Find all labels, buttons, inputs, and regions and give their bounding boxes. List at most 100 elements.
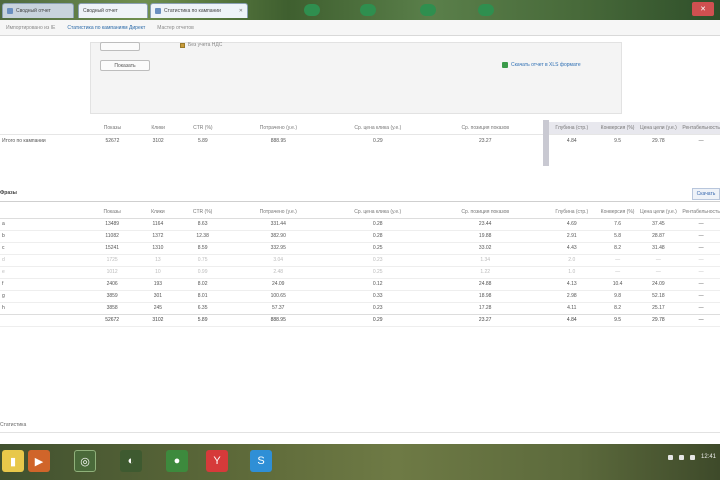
table-cell: 52672 — [105, 138, 120, 145]
section-action-button[interactable]: Скачать — [692, 188, 720, 200]
table-cell: 0.23 — [372, 257, 383, 263]
table-cell: — — [698, 221, 704, 227]
browser-tab-1[interactable]: Сводный отчет — [78, 3, 148, 18]
column-header[interactable]: Конверсия (%) — [601, 206, 635, 218]
explorer-icon[interactable]: ▮ — [2, 450, 24, 472]
table-cell: 4.84 — [542, 313, 601, 326]
table-row[interactable]: a 13489 1164 8.63 331.44 0.28 23.44 4.69 7.6 37.4… — [0, 218, 720, 230]
row-label: c — [2, 245, 5, 251]
column-header[interactable]: CTR (%) — [177, 122, 229, 134]
chrome-icon[interactable]: ◎ — [74, 450, 96, 472]
table-cell: 4.11 — [567, 305, 577, 311]
network-icon[interactable] — [667, 454, 673, 460]
table-cell: 2.98 — [566, 293, 577, 299]
clock[interactable]: 12:41 — [701, 454, 716, 460]
column-header[interactable]: Глубина (стр.) — [542, 122, 601, 134]
table-row[interactable]: e 1012 10 0.99 2.48 0.25 1.22 1.0 — — — — [0, 266, 720, 278]
table-cell: 0.28 — [372, 221, 383, 227]
firefox-icon[interactable]: ◐ — [120, 450, 142, 472]
table-cell: 3.04 — [273, 257, 284, 263]
browser-tab-0[interactable]: Сводный отчет — [2, 3, 74, 18]
column-header[interactable]: CTR (%) — [177, 206, 229, 218]
close-tab-icon[interactable]: ✕ — [239, 8, 243, 14]
table-cell: 17.28 — [478, 305, 492, 311]
yandex-icon[interactable]: ● — [166, 450, 188, 472]
phrases-header-row: Показы Клики CTR (%) Потрачено (у.е.) Ср… — [0, 206, 720, 218]
column-header[interactable]: Рентабельность — [682, 122, 720, 134]
browser-tab-2[interactable]: Статистика по кампании ✕ — [150, 3, 248, 18]
column-header[interactable]: Ср. цена клика (у.е.) — [328, 206, 428, 218]
table-cell: 2406 — [106, 281, 118, 287]
table-cell: 888.95 — [228, 313, 328, 326]
table-cell: 29.78 — [652, 138, 665, 145]
show-button[interactable]: Показать — [100, 60, 150, 71]
table-cell: 331.44 — [270, 221, 286, 227]
table-row[interactable]: b 11082 1372 12.38 382.90 0.28 19.88 2.91 5.8 28.… — [0, 230, 720, 242]
table-cell: — — [698, 245, 704, 251]
table-cell: — — [655, 257, 661, 263]
table-cell: 4.84 — [566, 138, 577, 145]
total-row[interactable]: 52672 3102 5.89 888.95 0.29 23.27 4.84 9.5 29.78… — [0, 313, 720, 326]
skype-icon[interactable]: S — [250, 450, 272, 472]
summary-header-row: Показы Клики CTR (%) Потрачено (у.е.) Ср… — [0, 122, 720, 134]
os-taskbar: ▮ ▶ ◎ ◐ ● Y S 12:41 — [0, 444, 720, 480]
bookmark-item[interactable]: Мастер отчетов — [155, 24, 196, 32]
background-decoration-icon — [478, 4, 494, 16]
table-row[interactable]: f 2406 193 8.02 24.09 0.12 24.88 4.13 10.4 24.09 — — [0, 278, 720, 290]
column-header[interactable]: Клики — [139, 206, 177, 218]
table-cell: 5.89 — [197, 138, 208, 145]
table-cell: 6.35 — [197, 305, 208, 311]
battery-icon[interactable] — [689, 454, 695, 460]
system-tray: 12:41 — [667, 454, 716, 460]
period-select[interactable] — [100, 42, 140, 51]
media-player-icon[interactable]: ▶ — [28, 450, 50, 472]
column-header[interactable]: Ср. позиция показов — [428, 122, 543, 134]
table-cell: 24.09 — [652, 281, 665, 287]
table-cell: — — [698, 257, 704, 263]
table-cell: 13 — [155, 257, 161, 263]
table-cell: 18.98 — [478, 293, 492, 299]
column-header[interactable]: Цена цели (у.е.) — [634, 122, 683, 134]
table-cell: 2.0 — [568, 257, 576, 263]
vat-checkbox-row[interactable]: Без учета НДС — [180, 42, 222, 48]
volume-icon[interactable] — [678, 454, 684, 460]
table-cell: 8.02 — [197, 281, 208, 287]
excel-icon — [502, 62, 508, 68]
table-cell: 12.38 — [196, 233, 209, 239]
window-close-button[interactable]: ✕ — [692, 2, 714, 16]
column-header[interactable]: Потрачено (у.е.) — [228, 206, 327, 218]
table-cell: 15241 — [105, 245, 120, 251]
table-cell: 4.43 — [566, 245, 577, 251]
tab-label: Статистика по кампании — [164, 8, 221, 14]
table-cell: 1164 — [152, 221, 164, 227]
column-header[interactable]: Рентабельность — [682, 206, 720, 218]
table-row[interactable]: c 15241 1310 8.59 332.95 0.25 33.02 4.43 8.2 31.4… — [0, 242, 720, 254]
opera-icon[interactable]: Y — [206, 450, 228, 472]
table-cell: 23.27 — [427, 313, 543, 326]
column-header[interactable]: Глубина (стр.) — [543, 206, 601, 218]
column-header[interactable]: Ср. цена клика (у.е.) — [328, 122, 427, 134]
section-title: Фразы — [0, 190, 17, 196]
row-label: f — [2, 281, 4, 287]
table-cell: 193 — [153, 281, 163, 287]
table-row[interactable]: d 1725 13 0.75 3.04 0.23 1.34 2.0 — — — — [0, 254, 720, 266]
column-header[interactable]: Ср. позиция показов — [427, 206, 542, 218]
column-header[interactable]: Клики — [139, 122, 177, 134]
bookmark-item[interactable]: Импортировано из IE — [4, 24, 57, 32]
checkbox-icon[interactable] — [180, 42, 185, 48]
table-row[interactable]: g 3859 301 8.01 100.65 0.33 18.98 2.98 9.8 52.18 — — [0, 290, 720, 302]
table-cell: 1.34 — [480, 257, 491, 263]
column-header[interactable]: Показы — [85, 206, 139, 218]
tab-label: Сводный отчет — [83, 8, 118, 14]
table-cell: 24.88 — [478, 281, 492, 287]
table-cell: 0.33 — [372, 293, 383, 299]
page-favicon-icon — [155, 8, 161, 14]
export-xls-link[interactable]: Скачать отчет в XLS формате — [502, 62, 581, 68]
column-header[interactable]: Потрачено (у.е.) — [229, 122, 328, 134]
table-row[interactable]: h 3858 245 6.35 57.37 0.23 17.28 4.11 8.2 25.17 — — [0, 302, 720, 314]
column-header[interactable]: Цена цели (у.е.) — [634, 206, 682, 218]
column-header[interactable]: Конверсия (%) — [600, 122, 635, 134]
column-header[interactable]: Показы — [86, 122, 140, 134]
bookmark-item[interactable]: Статистика по кампаниям Директ — [65, 24, 147, 32]
column-divider-handle[interactable] — [543, 120, 549, 166]
